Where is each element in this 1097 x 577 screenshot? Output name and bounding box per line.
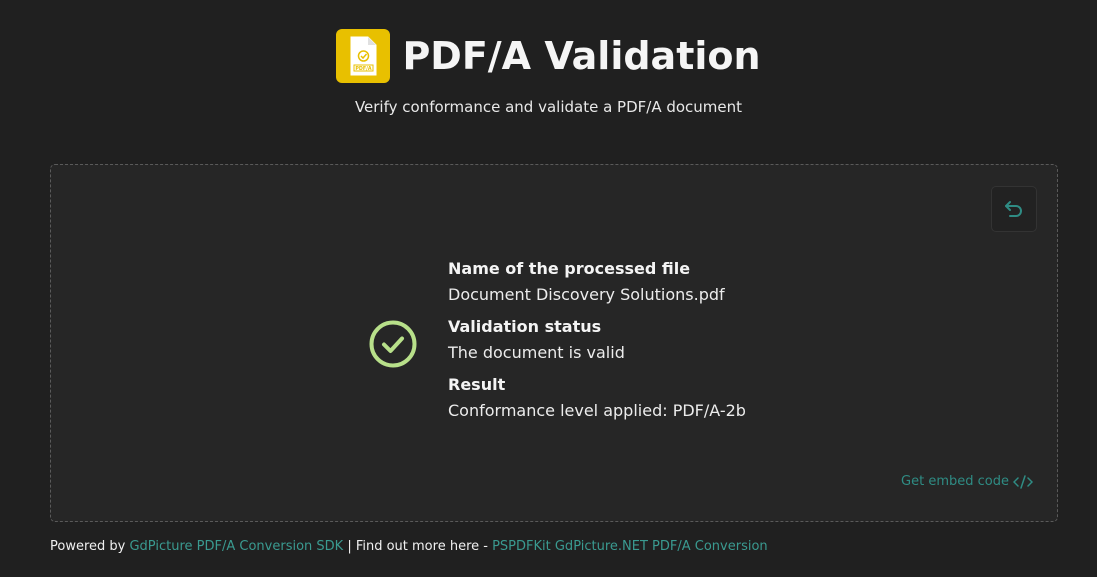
svg-text:PDF/A: PDF/A — [356, 66, 373, 72]
result-panel: Name of the processed file Document Disc… — [50, 164, 1058, 522]
file-name-label: Name of the processed file — [448, 259, 691, 278]
pdf-file-logo-icon: PDF/A — [336, 29, 391, 83]
page-title: PDF/A Validation — [402, 34, 761, 78]
reset-button[interactable] — [991, 186, 1037, 232]
result-label: Result — [448, 375, 506, 394]
sdk-link[interactable]: GdPicture PDF/A Conversion SDK — [129, 539, 343, 554]
validation-info: Name of the processed file Document Disc… — [448, 259, 746, 433]
footer: Powered by GdPicture PDF/A Conversion SD… — [50, 539, 768, 554]
powered-by-text: Powered by — [50, 539, 130, 554]
file-name-value: Document Discovery Solutions.pdf — [448, 285, 725, 304]
page-subtitle: Verify conformance and validate a PDF/A … — [354, 98, 743, 116]
header: PDF/A PDF/A Validation — [0, 29, 1097, 83]
validation-status-label: Validation status — [448, 317, 602, 336]
embed-code-label: Get embed code — [901, 474, 1009, 489]
check-circle-icon — [369, 320, 417, 368]
code-icon — [1013, 474, 1033, 489]
result-value: Conformance level applied: PDF/A-2b — [448, 401, 746, 420]
more-info-link[interactable]: PSPDFKit GdPicture.NET PDF/A Conversion — [492, 539, 768, 554]
validation-status-value: The document is valid — [448, 343, 625, 362]
undo-icon — [1005, 201, 1022, 217]
get-embed-code-link[interactable]: Get embed code — [901, 474, 1033, 489]
footer-separator-text: | Find out more here - — [343, 539, 493, 554]
